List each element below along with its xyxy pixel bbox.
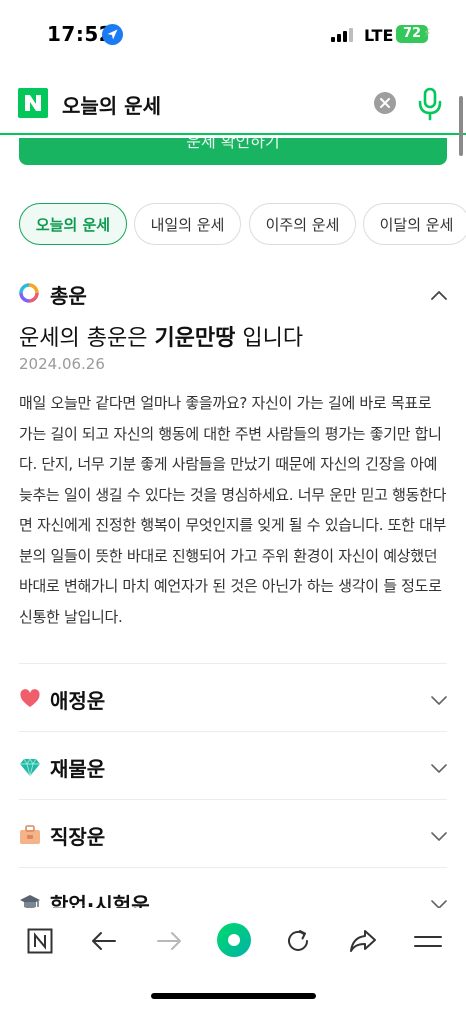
check-fortune-label: 운세 확인하기 — [186, 138, 280, 151]
chevron-up-icon[interactable] — [431, 285, 447, 304]
search-bar: 오늘의 운세 — [0, 78, 466, 135]
search-input[interactable]: 오늘의 운세 — [62, 90, 161, 119]
fortune-keyword: 기운만땅 — [154, 326, 236, 351]
home-indicator — [151, 993, 316, 999]
search-underline — [0, 133, 466, 135]
fortune-headline: 운세의 총운은 기운만땅 입니다 — [19, 326, 304, 351]
chevron-down-icon[interactable] — [431, 759, 447, 778]
scrollbar-thumb[interactable] — [459, 96, 463, 156]
section-love[interactable]: 애정운 — [19, 663, 447, 731]
forward-arrow-icon — [154, 926, 184, 956]
refresh-icon[interactable] — [283, 926, 313, 956]
tab-this-week[interactable]: 이주의 운세 — [249, 203, 356, 245]
section-wealth[interactable]: 재물운 — [19, 731, 447, 799]
tab-tomorrow[interactable]: 내일의 운세 — [134, 203, 241, 245]
signal-bars-icon — [331, 27, 355, 42]
tab-this-month[interactable]: 이달의 운세 — [363, 203, 466, 245]
colorful-ring-icon — [19, 283, 39, 307]
chevron-down-icon[interactable] — [431, 691, 447, 710]
share-icon[interactable] — [348, 926, 378, 956]
naver-home-icon[interactable] — [25, 926, 55, 956]
clear-icon[interactable] — [374, 92, 396, 114]
network-type: LTE — [364, 26, 394, 45]
green-dot-icon[interactable] — [216, 922, 252, 958]
fortune-tabs: 오늘의 운세 내일의 운세 이주의 운세 이달의 운세 — [19, 203, 466, 245]
tab-today[interactable]: 오늘의 운세 — [19, 203, 127, 245]
briefcase-icon — [19, 824, 41, 846]
charging-bolt-icon: ⚡ — [423, 26, 432, 40]
menu-icon[interactable] — [413, 926, 443, 956]
status-bar: 17:52 LTE 72 ⚡ — [0, 0, 466, 68]
microphone-icon[interactable] — [417, 87, 443, 125]
fortune-description: 매일 오늘만 같다면 얼마나 좋을까요? 자신이 가는 길에 바로 목표로 가는… — [19, 394, 447, 626]
naver-logo-icon[interactable] — [18, 88, 48, 118]
section-label: 재물운 — [50, 757, 106, 781]
total-fortune-header[interactable]: 총운 — [19, 279, 447, 309]
check-fortune-button[interactable]: 운세 확인하기 — [19, 138, 447, 165]
section-career[interactable]: 직장운 — [19, 799, 447, 867]
fortune-date: 2024.06.26 — [19, 355, 105, 373]
gem-icon — [19, 756, 41, 778]
location-arrow-icon — [102, 24, 123, 45]
chevron-down-icon[interactable] — [431, 827, 447, 846]
section-label: 애정운 — [50, 689, 106, 713]
back-arrow-icon[interactable] — [89, 926, 119, 956]
heart-icon — [19, 688, 41, 710]
total-fortune-title: 총운 — [50, 284, 87, 308]
section-label: 직장운 — [50, 825, 106, 849]
